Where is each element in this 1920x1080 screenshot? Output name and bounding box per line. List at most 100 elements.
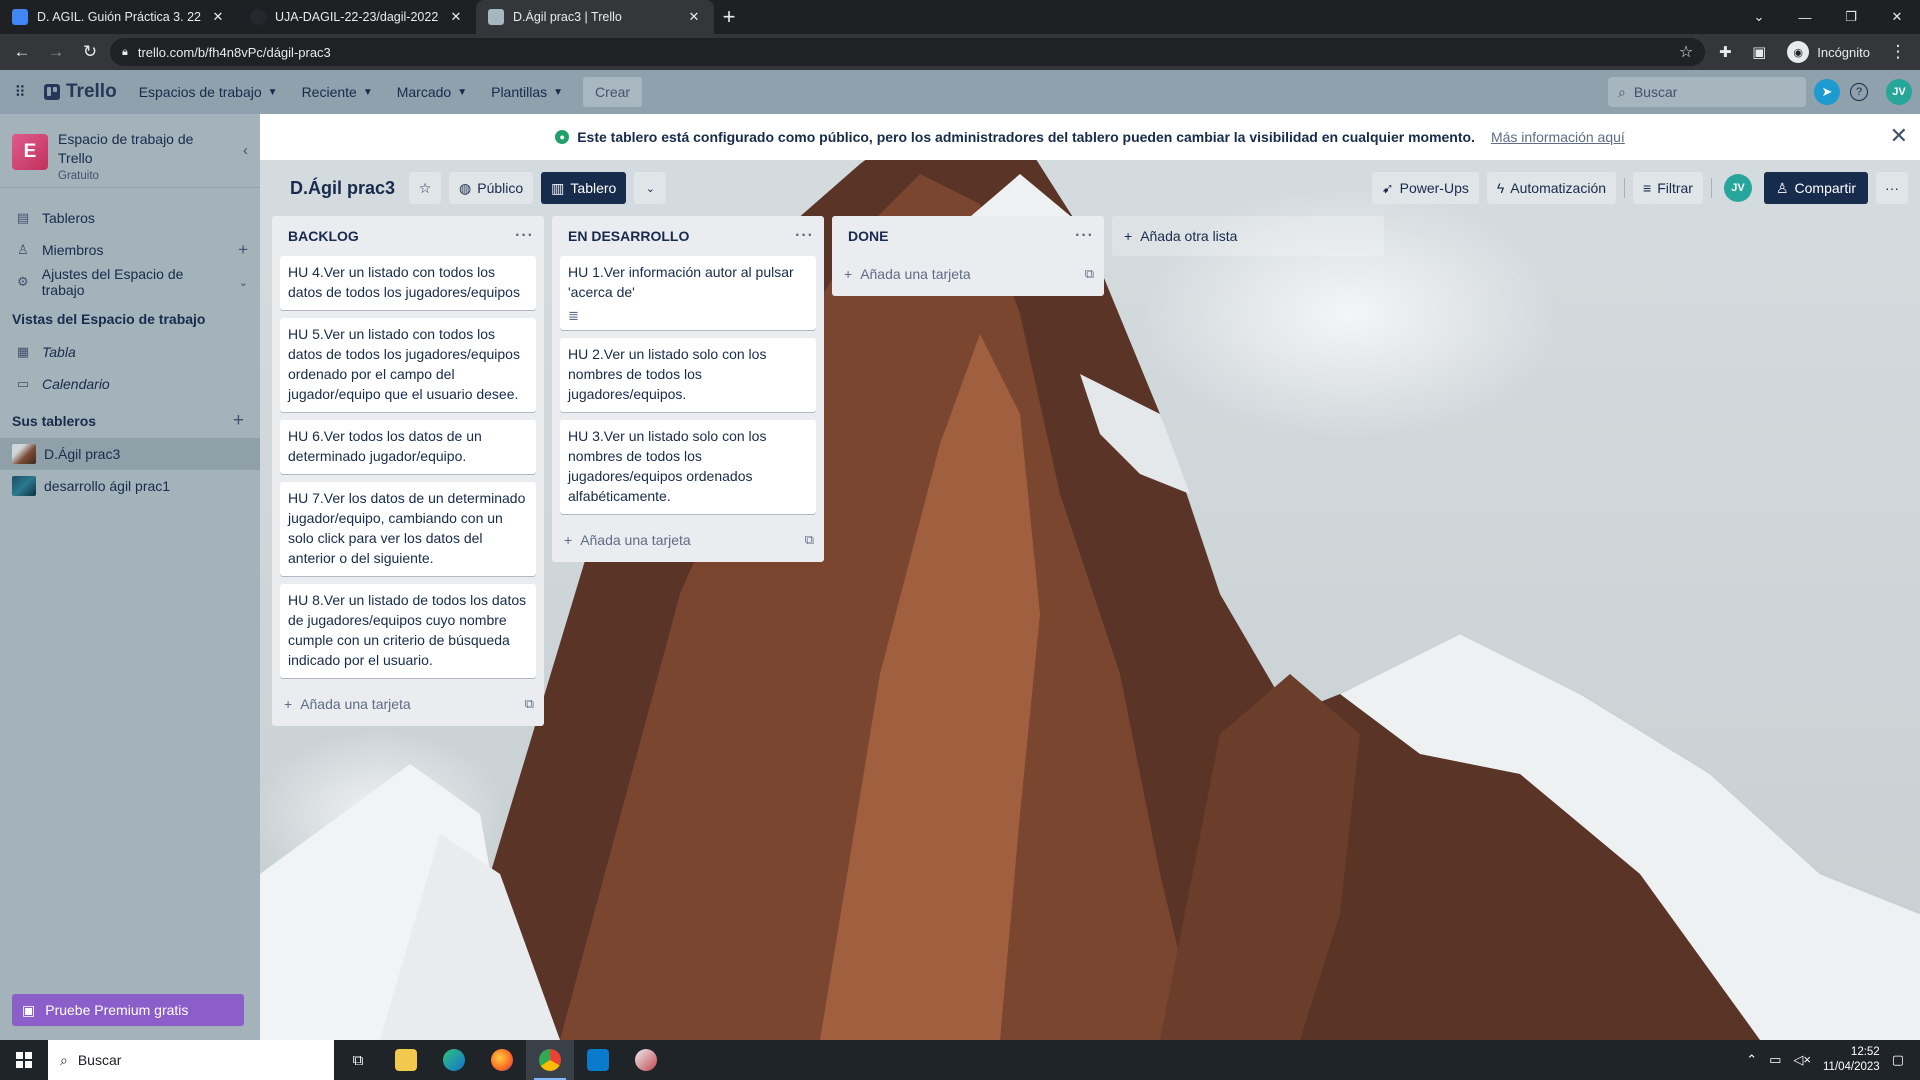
- chevron-down-icon: ▼: [362, 86, 373, 98]
- github-icon: [250, 9, 266, 25]
- tab-search-icon[interactable]: ⌄: [1736, 0, 1782, 34]
- automation-button[interactable]: ϟ Automatización: [1486, 172, 1617, 204]
- try-premium-button[interactable]: ▣ Pruebe Premium gratis: [12, 994, 244, 1026]
- list-title[interactable]: BACKLOG: [288, 228, 359, 244]
- taskbar-search-input[interactable]: ⌕ Buscar: [48, 1040, 334, 1080]
- close-tab-icon[interactable]: ✕: [686, 9, 702, 25]
- volume-icon[interactable]: ◁×: [1793, 1052, 1811, 1068]
- minimize-icon[interactable]: —: [1782, 0, 1828, 34]
- board-view-button[interactable]: ▥ Tablero: [541, 172, 627, 204]
- chevron-down-icon: ▼: [553, 86, 564, 98]
- trello-logo[interactable]: Trello: [36, 81, 125, 103]
- lock-icon: 🔒︎: [122, 45, 128, 58]
- sidebar-board-item[interactable]: D.Ágil prac3: [0, 438, 260, 470]
- workspace-name[interactable]: Espacio de trabajo de Trello: [58, 130, 208, 168]
- taskbar-firefox[interactable]: [478, 1040, 526, 1080]
- sidebar-item-boards[interactable]: ▤ Tableros: [0, 202, 260, 234]
- browser-tab-active[interactable]: D.Ágil prac3 | Trello ✕: [476, 0, 714, 34]
- clock[interactable]: 12:52 11/04/2023: [1823, 1045, 1880, 1075]
- menu-recent[interactable]: Reciente ▼: [292, 78, 383, 106]
- header-search-input[interactable]: ⌕ Buscar: [1608, 77, 1806, 107]
- list-menu-icon[interactable]: ···: [1075, 227, 1094, 245]
- learn-more-link[interactable]: Más información aquí: [1491, 129, 1625, 145]
- add-card-button[interactable]: + Añada una tarjeta ⧉: [552, 522, 824, 558]
- menu-templates[interactable]: Plantillas ▼: [481, 78, 573, 106]
- menu-starred[interactable]: Marcado ▼: [387, 78, 477, 106]
- app-switcher-icon[interactable]: ⠿: [8, 80, 32, 104]
- card[interactable]: HU 4.Ver un listado con todos los datos …: [280, 256, 536, 310]
- sidebar-board-item[interactable]: desarrollo ágil prac1: [0, 470, 260, 502]
- close-tab-icon[interactable]: ✕: [448, 9, 464, 25]
- close-banner-icon[interactable]: ✕: [1890, 124, 1908, 148]
- chevron-up-icon[interactable]: ⌃: [1746, 1052, 1757, 1068]
- add-card-button[interactable]: + Añada una tarjeta ⧉: [832, 256, 1104, 292]
- sidebar-item-members[interactable]: ♙ Miembros +: [0, 234, 260, 266]
- restore-icon[interactable]: ❐: [1828, 0, 1874, 34]
- switch-view-button[interactable]: ⌄: [634, 172, 667, 204]
- network-icon[interactable]: ▭: [1769, 1052, 1781, 1068]
- list-menu-icon[interactable]: ···: [795, 227, 814, 245]
- browser-tab[interactable]: UJA-DAGIL-22-23/dagil-2022-20 ✕: [238, 0, 476, 34]
- add-member-icon[interactable]: +: [238, 240, 248, 260]
- add-board-icon[interactable]: +: [233, 410, 244, 432]
- close-tab-icon[interactable]: ✕: [210, 9, 226, 25]
- filter-button[interactable]: ≡ Filtrar: [1633, 172, 1703, 204]
- chrome-menu-icon[interactable]: ⋮: [1884, 38, 1912, 66]
- incognito-profile[interactable]: ◉ Incógnito: [1779, 41, 1878, 63]
- sidebar-item-settings[interactable]: ⚙ Ajustes del Espacio de trabajo ⌄: [0, 266, 260, 298]
- menu-workspaces[interactable]: Espacios de trabajo ▼: [129, 78, 288, 106]
- list-menu-icon[interactable]: ···: [515, 227, 534, 245]
- star-board-button[interactable]: ☆: [409, 172, 442, 204]
- sidebar-item-table[interactable]: ▦ Tabla: [0, 336, 260, 368]
- task-view-button[interactable]: ⧉: [334, 1040, 382, 1080]
- taskbar-edge[interactable]: [430, 1040, 478, 1080]
- new-tab-button[interactable]: +: [714, 0, 744, 34]
- list-title[interactable]: EN DESARROLLO: [568, 228, 689, 244]
- list-header[interactable]: EN DESARROLLO ···: [552, 216, 824, 256]
- url-field[interactable]: 🔒︎ trello.com/b/fh4n8vPc/dágil-prac3 ☆: [110, 38, 1706, 66]
- create-from-template-icon[interactable]: ⧉: [525, 696, 534, 712]
- card[interactable]: HU 2.Ver un listado solo con los nombres…: [560, 338, 816, 412]
- side-panel-icon[interactable]: ▣: [1745, 38, 1773, 66]
- list-title[interactable]: DONE: [848, 228, 888, 244]
- back-icon[interactable]: ←: [8, 38, 36, 66]
- sidebar-item-calendar[interactable]: ▭ Calendario: [0, 368, 260, 400]
- help-icon[interactable]: ?: [1850, 83, 1868, 101]
- taskbar-file-explorer[interactable]: [382, 1040, 430, 1080]
- card[interactable]: HU 5.Ver un listado con todos los datos …: [280, 318, 536, 412]
- globe-icon: ◍: [459, 179, 472, 196]
- share-button[interactable]: ♙ Compartir: [1763, 172, 1868, 204]
- browser-tab[interactable]: D. AGIL. Guión Práctica 3. 22/23 ✕: [0, 0, 238, 34]
- collapse-sidebar-icon[interactable]: ‹: [243, 142, 248, 159]
- extensions-icon[interactable]: ✚: [1711, 38, 1739, 66]
- board-title[interactable]: D.Ágil prac3: [284, 178, 401, 199]
- bookmark-star-icon[interactable]: ☆: [1679, 42, 1693, 62]
- user-avatar[interactable]: JV: [1886, 79, 1912, 105]
- create-from-template-icon[interactable]: ⧉: [1085, 266, 1094, 282]
- notifications-icon[interactable]: ▢: [1892, 1052, 1904, 1068]
- card[interactable]: HU 6.Ver todos los datos de un determina…: [280, 420, 536, 474]
- member-avatar[interactable]: JV: [1723, 174, 1752, 202]
- list-header[interactable]: DONE ···: [832, 216, 1104, 256]
- card[interactable]: HU 3.Ver un listado solo con los nombres…: [560, 420, 816, 514]
- card[interactable]: HU 7.Ver los datos de un determinado jug…: [280, 482, 536, 576]
- list-header[interactable]: BACKLOG ···: [272, 216, 544, 256]
- start-button[interactable]: [0, 1040, 48, 1080]
- taskbar-vscode[interactable]: [574, 1040, 622, 1080]
- card[interactable]: HU 8.Ver un listado de todos los datos d…: [280, 584, 536, 678]
- whats-new-icon[interactable]: ➤: [1814, 79, 1840, 105]
- taskbar-chrome[interactable]: [526, 1040, 574, 1080]
- close-window-icon[interactable]: ✕: [1874, 0, 1920, 34]
- powerups-button[interactable]: ➹ Power-Ups: [1371, 172, 1479, 204]
- visibility-button[interactable]: ◍ Público: [449, 172, 534, 204]
- board-header: D.Ágil prac3 ☆ ◍ Público ▥ Tablero ⌄ ➹ P…: [260, 160, 1920, 216]
- add-card-button[interactable]: + Añada una tarjeta ⧉: [272, 686, 544, 722]
- add-list-button[interactable]: + Añada otra lista: [1112, 216, 1384, 256]
- forward-icon[interactable]: →: [42, 38, 70, 66]
- reload-icon[interactable]: ↻: [76, 38, 104, 66]
- card[interactable]: HU 1.Ver información autor al pulsar 'ac…: [560, 256, 816, 330]
- create-from-template-icon[interactable]: ⧉: [805, 532, 814, 548]
- board-menu-button[interactable]: ···: [1876, 172, 1908, 204]
- create-button[interactable]: Crear: [583, 77, 643, 107]
- taskbar-app[interactable]: [622, 1040, 670, 1080]
